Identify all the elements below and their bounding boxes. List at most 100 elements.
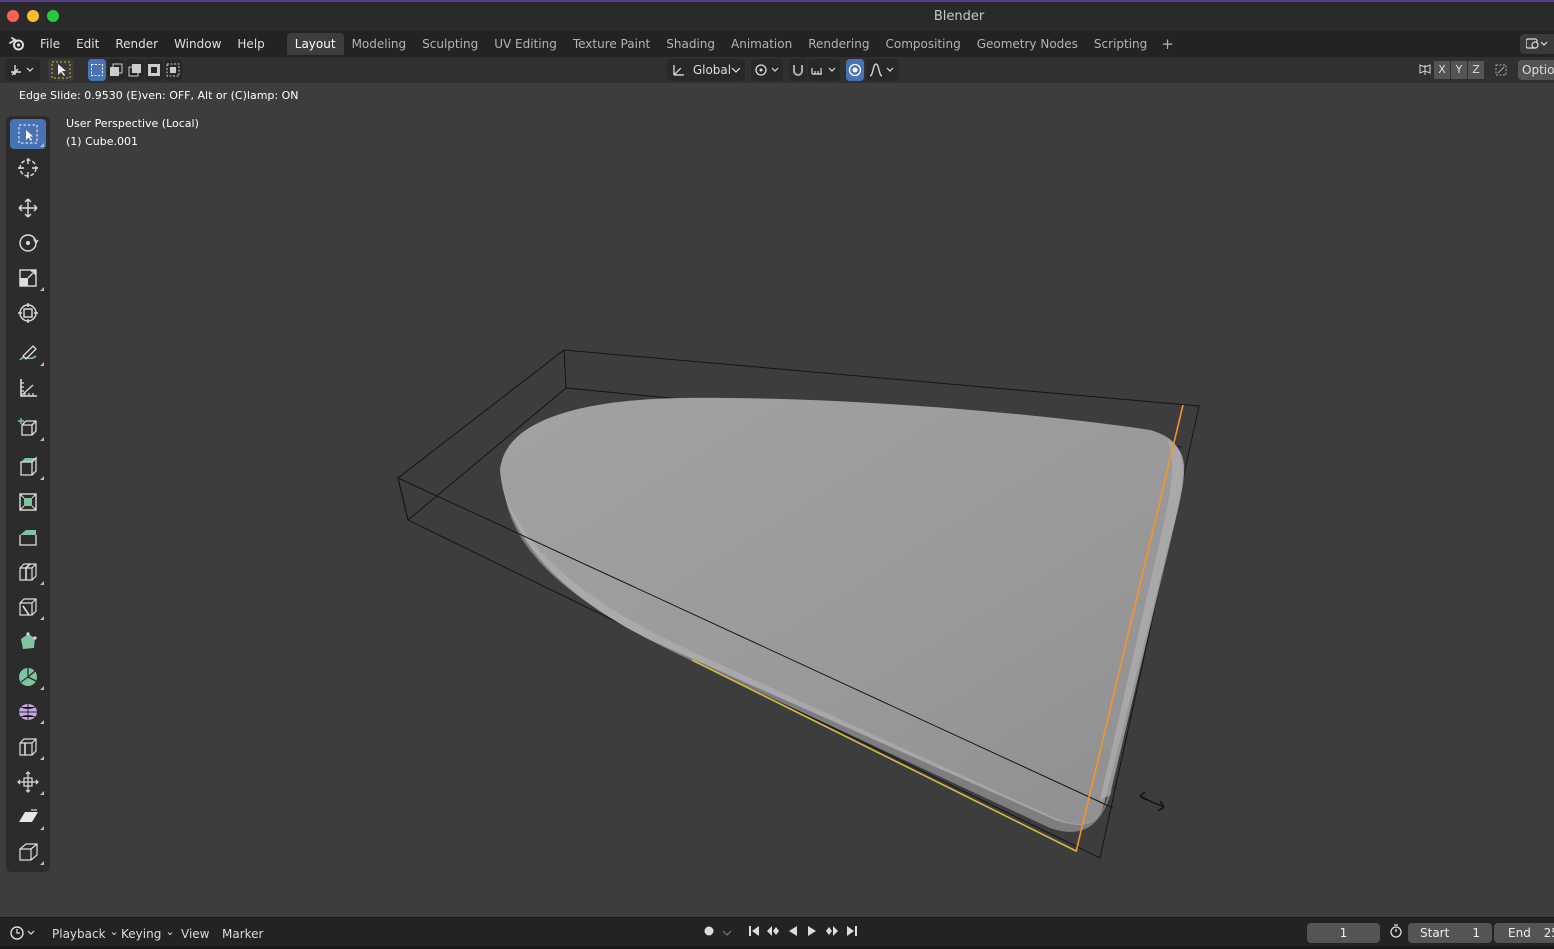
options-dropdown[interactable]: Options [1518, 60, 1554, 80]
tool-variant-indicator [40, 791, 44, 795]
end-frame-label: End [1508, 926, 1531, 940]
smooth-icon [19, 704, 37, 720]
tab-uv-editing[interactable]: UV Editing [486, 33, 565, 55]
chevron-down-icon [722, 930, 732, 936]
auto-keying-button[interactable] [700, 924, 718, 944]
tab-texture-paint[interactable]: Texture Paint [565, 33, 658, 55]
move-tool[interactable] [10, 193, 46, 223]
edge-slide-icon [19, 738, 37, 756]
jump-next-keyframe-button[interactable] [823, 924, 841, 944]
blender-logo-icon[interactable] [6, 33, 28, 55]
timeline-bar: Playback Keying View Marker 1 Start 1 En… [0, 917, 1554, 949]
smooth-tool[interactable] [10, 696, 46, 726]
snap-target-dropdown[interactable] [808, 59, 840, 81]
timeline-view-menu[interactable]: View [181, 924, 209, 944]
play-icon [808, 926, 816, 936]
loop-cut-tool[interactable] [10, 557, 46, 587]
snap-toggle-button[interactable] [789, 59, 807, 81]
tab-animation[interactable]: Animation [723, 33, 800, 55]
tab-scripting[interactable]: Scripting [1086, 33, 1155, 55]
menu-edit[interactable]: Edit [68, 31, 107, 57]
menu-window[interactable]: Window [166, 31, 229, 57]
jump-to-end-button[interactable] [843, 924, 861, 944]
menu-help[interactable]: Help [229, 31, 272, 57]
timeline-editor-type-button[interactable] [8, 924, 38, 944]
cursor-tool[interactable] [10, 153, 46, 183]
play-reverse-button[interactable] [784, 924, 802, 944]
mirror-y-button[interactable]: Y [1451, 61, 1467, 79]
select-mode-extend-button[interactable] [107, 59, 125, 81]
scene-selector-button[interactable] [1520, 34, 1554, 54]
scale-tool[interactable] [10, 263, 46, 293]
timeline-playback-menu[interactable]: Playback [52, 924, 119, 944]
bevel-tool[interactable] [10, 522, 46, 552]
measure-tool[interactable] [10, 373, 46, 403]
title-bar: Blender [0, 0, 1554, 31]
timeline-marker-menu[interactable]: Marker [222, 924, 263, 944]
timeline-keying-menu[interactable]: Keying [121, 924, 175, 944]
mirror-toggle-button[interactable] [1416, 59, 1434, 81]
add-workspace-button[interactable]: + [1155, 33, 1180, 55]
select-mode-tool-button[interactable] [48, 59, 74, 81]
menu-file[interactable]: File [32, 31, 68, 57]
tool-variant-indicator [40, 756, 44, 760]
annotate-tool[interactable] [10, 338, 46, 368]
select-mode-new-button[interactable] [88, 59, 106, 81]
transform-tool[interactable] [10, 298, 46, 328]
transform-orientation-label: Global [692, 63, 732, 77]
proportional-editing-toggle[interactable] [846, 59, 864, 81]
mesh-scene[interactable] [0, 83, 1554, 917]
tab-geometry-nodes[interactable]: Geometry Nodes [969, 33, 1086, 55]
rip-region-tool[interactable] [10, 837, 46, 867]
select-mode-subtract-button[interactable] [126, 59, 144, 81]
end-frame-field[interactable]: End 250 [1494, 923, 1554, 943]
start-frame-field[interactable]: Start 1 [1408, 923, 1492, 943]
knife-tool[interactable] [10, 592, 46, 622]
record-icon [704, 926, 714, 936]
inset-tool[interactable] [10, 487, 46, 517]
proportional-falloff-dropdown[interactable] [866, 59, 898, 81]
tab-rendering[interactable]: Rendering [800, 33, 877, 55]
tab-compositing[interactable]: Compositing [877, 33, 968, 55]
current-frame-field[interactable]: 1 [1307, 923, 1380, 943]
auto-merge-button[interactable] [1492, 59, 1510, 81]
operator-status-message: Edge Slide: 0.9530 (E)ven: OFF, Alt or (… [19, 89, 299, 102]
prev-keyframe-icon [767, 926, 779, 936]
tab-sculpting[interactable]: Sculpting [414, 33, 486, 55]
transform-orientation-dropdown[interactable]: Global [667, 59, 745, 81]
tab-layout[interactable]: Layout [286, 33, 344, 55]
shear-tool[interactable] [10, 802, 46, 832]
start-frame-value: 1 [1472, 926, 1480, 940]
3d-viewport[interactable]: User Perspective (Local) (1) Cube.001 [0, 83, 1554, 917]
play-button[interactable] [803, 924, 821, 944]
use-preview-range-button[interactable] [1387, 924, 1405, 944]
jump-end-icon [847, 926, 857, 936]
snap-increment-icon [811, 67, 836, 75]
add-cube-tool[interactable] [10, 413, 46, 443]
tool-variant-indicator [40, 861, 44, 865]
clock-editor-icon [10, 926, 35, 940]
jump-to-start-button[interactable] [745, 924, 763, 944]
spin-tool[interactable] [10, 662, 46, 692]
tool-shelf [6, 116, 50, 872]
mirror-z-button[interactable]: Z [1468, 61, 1484, 79]
tab-shading[interactable]: Shading [658, 33, 723, 55]
mirror-x-button[interactable]: X [1434, 61, 1450, 79]
editor-type-button[interactable] [6, 59, 40, 81]
menu-render[interactable]: Render [107, 31, 166, 57]
measure-icon [20, 379, 37, 397]
rotate-tool[interactable] [10, 228, 46, 258]
select-mode-invert-button[interactable] [145, 59, 163, 81]
shrink-fatten-tool[interactable] [10, 767, 46, 797]
edge-slide-tool[interactable] [10, 732, 46, 762]
select-mode-intersect-button[interactable] [164, 59, 182, 81]
keying-set-dropdown[interactable] [718, 924, 736, 944]
tab-modeling[interactable]: Modeling [344, 33, 415, 55]
select-box-tool[interactable] [10, 119, 46, 149]
poly-build-tool[interactable] [10, 627, 46, 657]
add-cube-icon [18, 418, 37, 436]
jump-prev-keyframe-button[interactable] [764, 924, 782, 944]
pivot-point-dropdown[interactable] [751, 59, 783, 81]
extrude-tool[interactable] [10, 452, 46, 482]
selection-new-icon [91, 64, 103, 76]
